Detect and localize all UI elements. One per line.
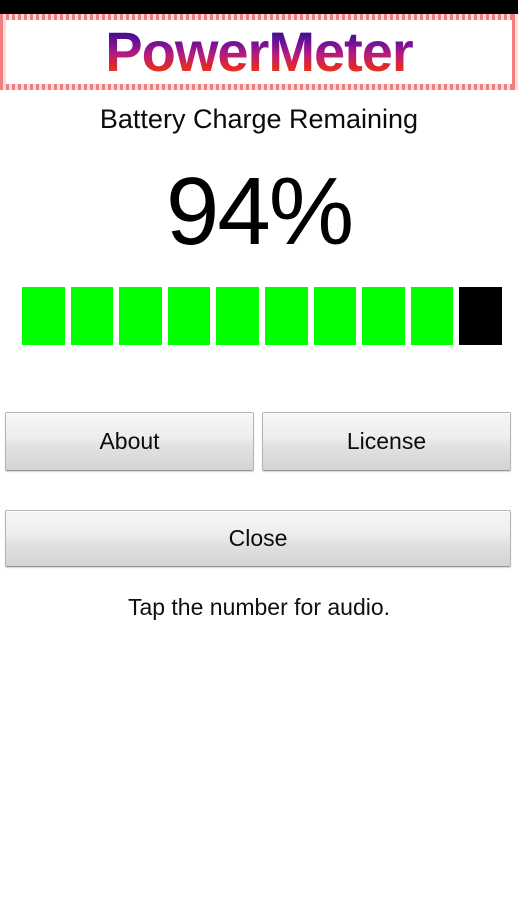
close-button-label: Close (228, 525, 288, 551)
audio-hint-text: Tap the number for audio. (127, 594, 391, 620)
battery-segment-1 (22, 287, 65, 345)
header-frame-left-edge (0, 14, 6, 90)
license-button[interactable]: License (262, 412, 511, 471)
status-bar (0, 0, 518, 14)
license-button-label: License (346, 428, 427, 454)
battery-segment-bar (22, 287, 502, 345)
header-frame-bottom-edge (0, 84, 518, 90)
app-header-banner: PowerMeter (0, 14, 518, 90)
battery-segment-9 (410, 287, 454, 345)
battery-segment-4 (167, 287, 211, 345)
battery-segment-6 (264, 287, 308, 345)
battery-segment-3 (119, 287, 162, 345)
app-title: PowerMeter (105, 20, 413, 83)
close-button[interactable]: Close (5, 510, 511, 567)
battery-segment-8 (362, 287, 405, 345)
power-meter-app-screen: { "app": { "title": "PowerMeter", "title… (0, 0, 518, 900)
battery-segment-10 (459, 287, 502, 345)
header-frame-right-edge (512, 14, 518, 90)
battery-charge-label: Battery Charge Remaining (99, 104, 419, 134)
about-button-label: About (99, 428, 160, 454)
battery-percent-value[interactable]: 94% (0, 160, 518, 264)
battery-segment-5 (216, 287, 259, 345)
battery-segment-7 (313, 287, 357, 345)
about-button[interactable]: About (5, 412, 254, 471)
battery-segment-2 (70, 287, 114, 345)
